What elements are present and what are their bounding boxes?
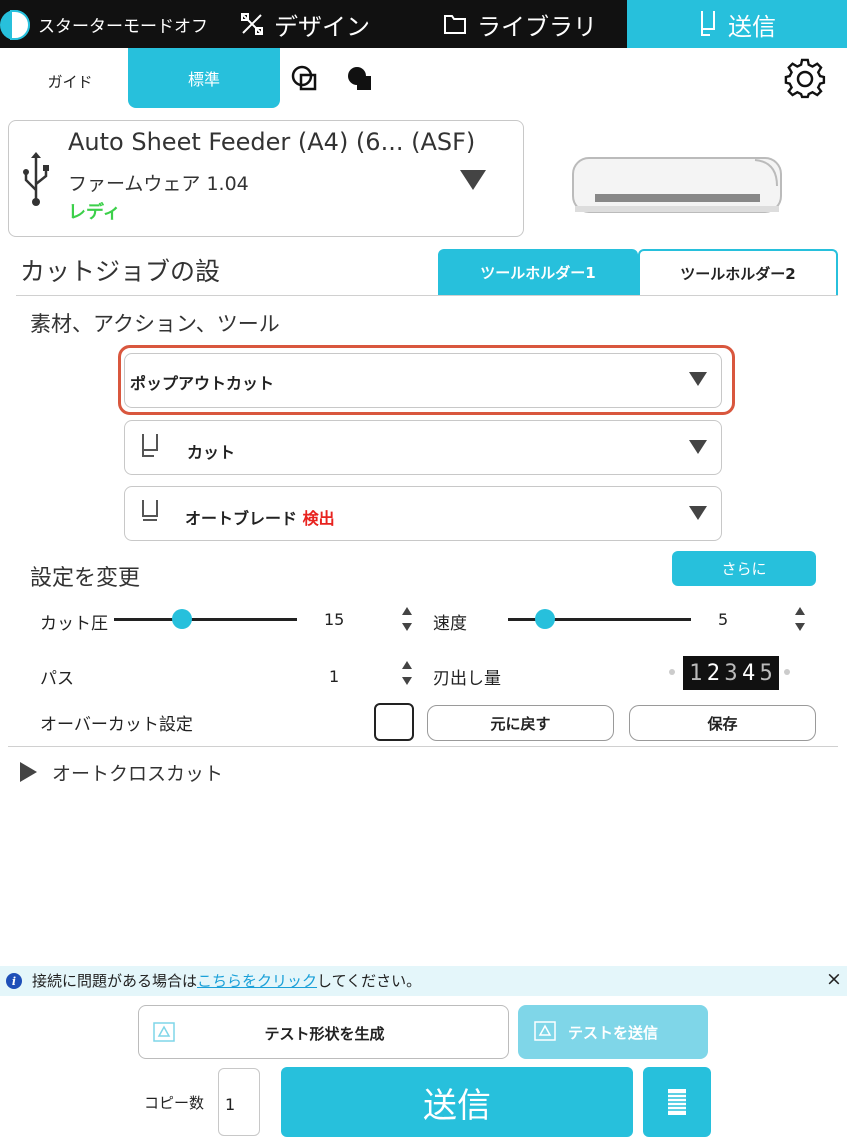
queue-menu-button[interactable] [643,1067,711,1137]
material-value: ポップアウトカット [130,374,275,393]
auto-cross-cut-label[interactable]: オートクロスカット [52,759,223,786]
tab-tool-holder-1[interactable]: ツールホルダー1 [438,249,638,295]
device-dropdown-arrow-icon[interactable] [458,168,488,192]
tab-library[interactable]: ライブラリ [420,0,620,48]
blade-depth-right-dot [784,669,790,675]
generate-test-shape-label: テスト形状を生成 [264,1024,385,1043]
blade-depth-label: 刃出し量 [433,669,501,689]
tab-design[interactable]: デザイン [200,0,410,48]
info-icon: i [6,973,22,989]
more-button[interactable]: さらに [672,551,816,586]
cut-job-settings-title: カットジョブの設 [20,257,221,286]
change-settings-label: 設定を変更 [30,566,141,591]
notice-link[interactable]: こちらをクリック [197,972,317,990]
filled-shapes-icon[interactable] [344,63,376,95]
blade-depth-left-dot [669,669,675,675]
speed-slider-thumb[interactable] [534,609,555,629]
connection-notice-text: 接続に問題がある場合はこちらをクリックしてください。 [32,970,421,991]
reset-button[interactable]: 元に戻す [427,705,614,741]
tab-send-label: 送信 [728,12,776,41]
blade-depth-digit: 4 [741,660,756,686]
passes-value: 1 [329,667,340,686]
speed-label: 速度 [433,614,467,634]
auto-blade-icon [142,500,158,521]
material-dropdown-arrow-icon[interactable] [688,371,708,387]
blade-depth-digit: 1 [689,660,703,686]
tool-detected-status: 検出 [302,509,335,528]
device-name: Auto Sheet Feeder (A4) (6... (ASF) [68,128,476,156]
expand-arrow-icon[interactable] [18,761,38,783]
tab-tool-holder-2[interactable]: ツールホルダー2 [638,249,838,295]
blade-depth-digit: 3 [724,660,738,686]
blade-depth-digit: 2 [706,660,721,686]
notice-prefix: 接続に問題がある場合は [32,972,198,990]
cutting-machine-image [572,157,782,213]
action-value: カット [187,443,236,462]
force-label: カット圧 [40,614,108,634]
design-icon [241,13,263,35]
test-send-icon [534,1021,556,1041]
mode-standard[interactable]: 標準 [128,48,280,108]
blade-depth-digit: 5 [759,660,773,686]
device-firmware: ファームウェア 1.04 [68,173,249,195]
overcut-checkbox[interactable] [374,703,414,741]
force-slider-track[interactable] [114,618,297,621]
tool-name: オートブレード [185,509,298,528]
blade-depth-display: 1 2 3 4 5 [683,656,779,690]
tool-value: オートブレード 検出 [185,505,335,529]
send-button[interactable]: 送信 [281,1067,633,1137]
passes-stepper-icon[interactable] [400,657,414,689]
usb-icon [23,152,49,206]
tab-send[interactable]: 送信 [627,0,847,48]
passes-label: パス [40,669,74,689]
force-stepper-icon[interactable] [400,603,414,635]
copies-label: コピー数 [144,1094,205,1112]
mode-guide[interactable]: ガイド [30,66,110,96]
folder-icon [444,15,466,34]
material-action-tool-label: 素材、アクション、ツール [30,312,280,336]
starter-mode-label: スターターモードオフ [38,17,208,37]
force-slider-thumb[interactable] [171,609,192,629]
blade-holder-icon [142,434,158,457]
copies-input[interactable]: 1 [218,1068,260,1136]
save-button[interactable]: 保存 [629,705,816,741]
tab-library-label: ライブラリ [477,12,597,41]
send-test-label: テストを送信 [568,1024,659,1042]
tab-design-label: デザイン [274,12,370,41]
gear-icon[interactable] [784,58,826,100]
send-test-button[interactable]: テストを送信 [518,1005,708,1059]
blade-holder-icon [701,11,715,36]
action-dropdown-arrow-icon[interactable] [688,439,708,455]
device-status: レディ [68,202,121,223]
divider [16,295,838,296]
notice-suffix: してください。 [317,972,422,990]
close-icon[interactable]: × [826,968,842,990]
tool-dropdown-arrow-icon[interactable] [688,505,708,521]
force-value: 15 [324,610,345,629]
overcut-label: オーバーカット設定 [40,715,193,735]
overlap-shapes-icon[interactable] [290,63,322,95]
generate-test-shape-button[interactable]: テスト形状を生成 [138,1005,509,1059]
speed-value: 5 [718,610,729,629]
speed-stepper-icon[interactable] [793,603,807,635]
divider [8,746,838,747]
list-icon [668,1089,686,1115]
